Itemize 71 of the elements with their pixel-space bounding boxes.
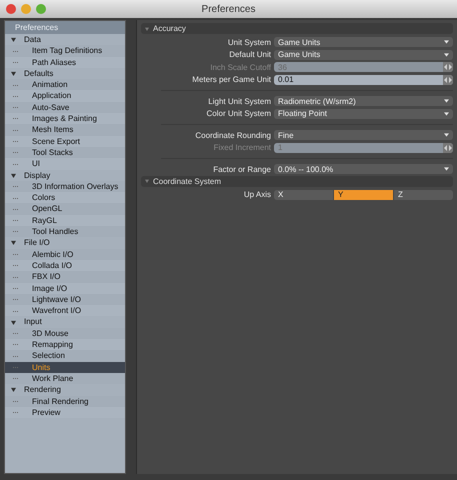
tree-group[interactable]: Display xyxy=(5,170,125,181)
expand-arrow-icon[interactable] xyxy=(145,26,149,30)
field-label: Fixed Increment xyxy=(212,143,272,152)
field-label: Unit System xyxy=(226,38,272,47)
dropdown-arrow-icon xyxy=(444,167,449,172)
spinner-arrows-icon[interactable] xyxy=(443,62,453,72)
group-label: Rendering xyxy=(24,384,61,396)
tree-group[interactable]: Defaults xyxy=(5,68,125,80)
field-label: Up Axis xyxy=(242,190,272,200)
dropdown-arrow-icon xyxy=(444,112,449,116)
field-label: Color Unit System xyxy=(206,109,272,118)
tree-item[interactable]: Colors xyxy=(5,192,125,204)
dropdown-arrow-icon xyxy=(444,99,449,104)
tree-item[interactable]: Application xyxy=(5,90,125,102)
expand-arrow-icon[interactable] xyxy=(11,172,16,178)
spinner-arrows-icon[interactable] xyxy=(443,74,453,85)
field-label: Meters per Game Unit xyxy=(191,75,272,84)
expand-arrow-icon[interactable] xyxy=(11,71,16,76)
tree-item[interactable]: Preview xyxy=(5,406,125,418)
tree-item[interactable]: Units xyxy=(5,362,125,373)
axis-option[interactable]: Z xyxy=(394,190,453,200)
expand-arrow-icon[interactable] xyxy=(145,179,149,183)
tree-item[interactable]: Tool Stacks xyxy=(5,146,125,158)
dropdown-arrow-icon xyxy=(444,133,449,138)
expand-arrow-icon[interactable] xyxy=(11,37,16,42)
expand-arrow-icon[interactable] xyxy=(11,240,16,246)
tree-item[interactable]: Remapping xyxy=(5,339,125,350)
group-label: Display xyxy=(24,170,50,181)
tree-group[interactable]: Data xyxy=(5,34,125,46)
tree-group[interactable]: Rendering xyxy=(5,384,125,396)
number-field[interactable]: 0.01 xyxy=(274,74,453,85)
field-label: Factor or Range xyxy=(212,164,272,174)
expand-arrow-icon[interactable] xyxy=(11,320,16,325)
section-title: Coordinate System xyxy=(153,176,222,186)
tree-item[interactable]: RayGL xyxy=(5,214,125,226)
field-label: Default Unit xyxy=(228,50,272,60)
axis-option[interactable]: Y xyxy=(334,190,393,200)
axis-option[interactable]: X xyxy=(274,190,333,200)
tree-item[interactable]: Animation xyxy=(5,79,125,90)
spinner-arrows-icon[interactable] xyxy=(443,142,453,153)
dropdown-arrow-icon xyxy=(444,40,449,44)
tree-item[interactable]: Collada I/O xyxy=(5,260,125,272)
dropdown[interactable]: Game Units xyxy=(274,50,453,60)
sidebar-header: Preferences xyxy=(5,21,125,34)
tree-group[interactable]: File I/O xyxy=(5,237,125,249)
dropdown[interactable]: Fine xyxy=(274,130,453,140)
dropdown[interactable]: Game Units xyxy=(274,37,453,48)
tree-item[interactable]: Image I/O xyxy=(5,282,125,294)
tree-item[interactable]: UI xyxy=(5,158,125,170)
field-label: Light Unit System xyxy=(207,96,272,106)
group-label: Data xyxy=(24,34,41,46)
window-title: Preferences xyxy=(202,4,256,14)
tree-item[interactable]: Path Aliases xyxy=(5,56,125,68)
field-label: Coordinate Rounding xyxy=(194,130,272,140)
field-label: Inch Scale Cutoff xyxy=(209,62,272,72)
section-header[interactable]: Accuracy xyxy=(141,23,453,34)
expand-arrow-icon[interactable] xyxy=(11,387,16,392)
close-button[interactable] xyxy=(6,4,16,14)
tree-item[interactable]: Wavefront I/O xyxy=(5,305,125,316)
dropdown[interactable]: Radiometric (W/srm2) xyxy=(274,96,453,106)
tree-item[interactable]: Scene Export xyxy=(5,136,125,147)
tree-group[interactable]: Input xyxy=(5,316,125,328)
dropdown[interactable]: Floating Point xyxy=(274,108,453,119)
dropdown[interactable]: 0.0% -- 100.0% xyxy=(274,164,453,174)
dropdown-arrow-icon xyxy=(444,52,449,57)
section-title: Accuracy xyxy=(153,23,186,34)
group-label: Defaults xyxy=(24,68,54,80)
section-header[interactable]: Coordinate System xyxy=(141,176,453,186)
group-label: File I/O xyxy=(24,237,50,249)
tree-item[interactable]: Images & Painting xyxy=(5,113,125,124)
group-label: Input xyxy=(24,316,42,328)
